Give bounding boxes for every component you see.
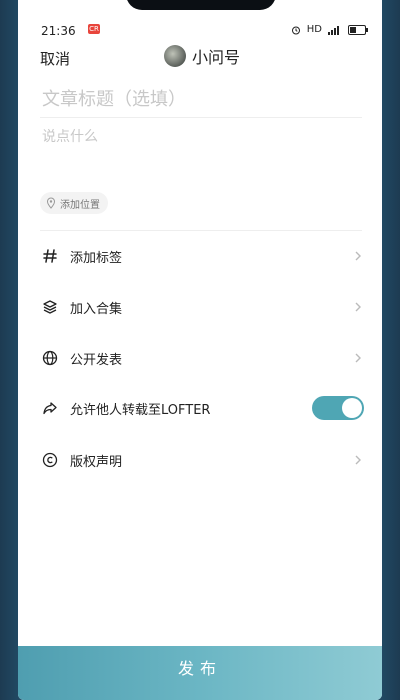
clock: 21:36: [41, 24, 76, 38]
option-visibility[interactable]: 公开发表: [40, 338, 364, 378]
battery-icon: [348, 24, 368, 35]
add-location-button[interactable]: 添加位置: [40, 192, 108, 214]
options-divider: [40, 230, 362, 231]
recording-badge: CR: [88, 24, 100, 34]
cancel-button[interactable]: 取消: [40, 48, 70, 69]
account-selector[interactable]: 小问号: [164, 44, 240, 68]
hashtag-icon: [40, 246, 60, 266]
option-label: 允许他人转载至LOFTER: [70, 402, 211, 418]
hd-indicator: HD: [306, 24, 322, 35]
title-divider: [40, 117, 362, 118]
account-name: 小问号: [192, 48, 241, 67]
chevron-right-icon: [355, 353, 361, 363]
option-label: 加入合集: [70, 301, 123, 317]
chevron-right-icon: [355, 302, 361, 312]
location-pin-icon: [46, 197, 56, 209]
status-bar: 21:36 CR HD: [18, 20, 382, 42]
layers-icon: [40, 297, 60, 317]
globe-icon: [40, 348, 60, 368]
chevron-right-icon: [355, 455, 361, 465]
publish-button[interactable]: 发布: [18, 646, 382, 700]
option-add-tag[interactable]: 添加标签: [40, 236, 364, 276]
avatar: [164, 45, 186, 67]
copyright-icon: [40, 450, 60, 470]
share-arrow-icon: [40, 398, 60, 418]
option-label: 添加标签: [70, 250, 123, 266]
option-label: 版权声明: [70, 454, 123, 470]
option-allow-repost: 允许他人转载至LOFTER: [40, 388, 364, 428]
status-icons: HD: [291, 24, 368, 35]
signal-icon: [328, 25, 339, 35]
title-input[interactable]: [40, 82, 366, 116]
camera-notch: [126, 0, 276, 10]
repost-toggle[interactable]: [312, 396, 364, 420]
location-label: 添加位置: [60, 199, 100, 211]
option-label: 公开发表: [70, 352, 123, 368]
body-input[interactable]: [40, 124, 366, 188]
chevron-right-icon: [355, 251, 361, 261]
option-copyright[interactable]: 版权声明: [40, 440, 364, 480]
alarm-icon: [291, 26, 300, 34]
option-add-collection[interactable]: 加入合集: [40, 287, 364, 327]
app-screen: 21:36 CR HD 取消 小问号 添加位置 添加标签: [18, 0, 382, 700]
toggle-knob: [342, 398, 362, 418]
